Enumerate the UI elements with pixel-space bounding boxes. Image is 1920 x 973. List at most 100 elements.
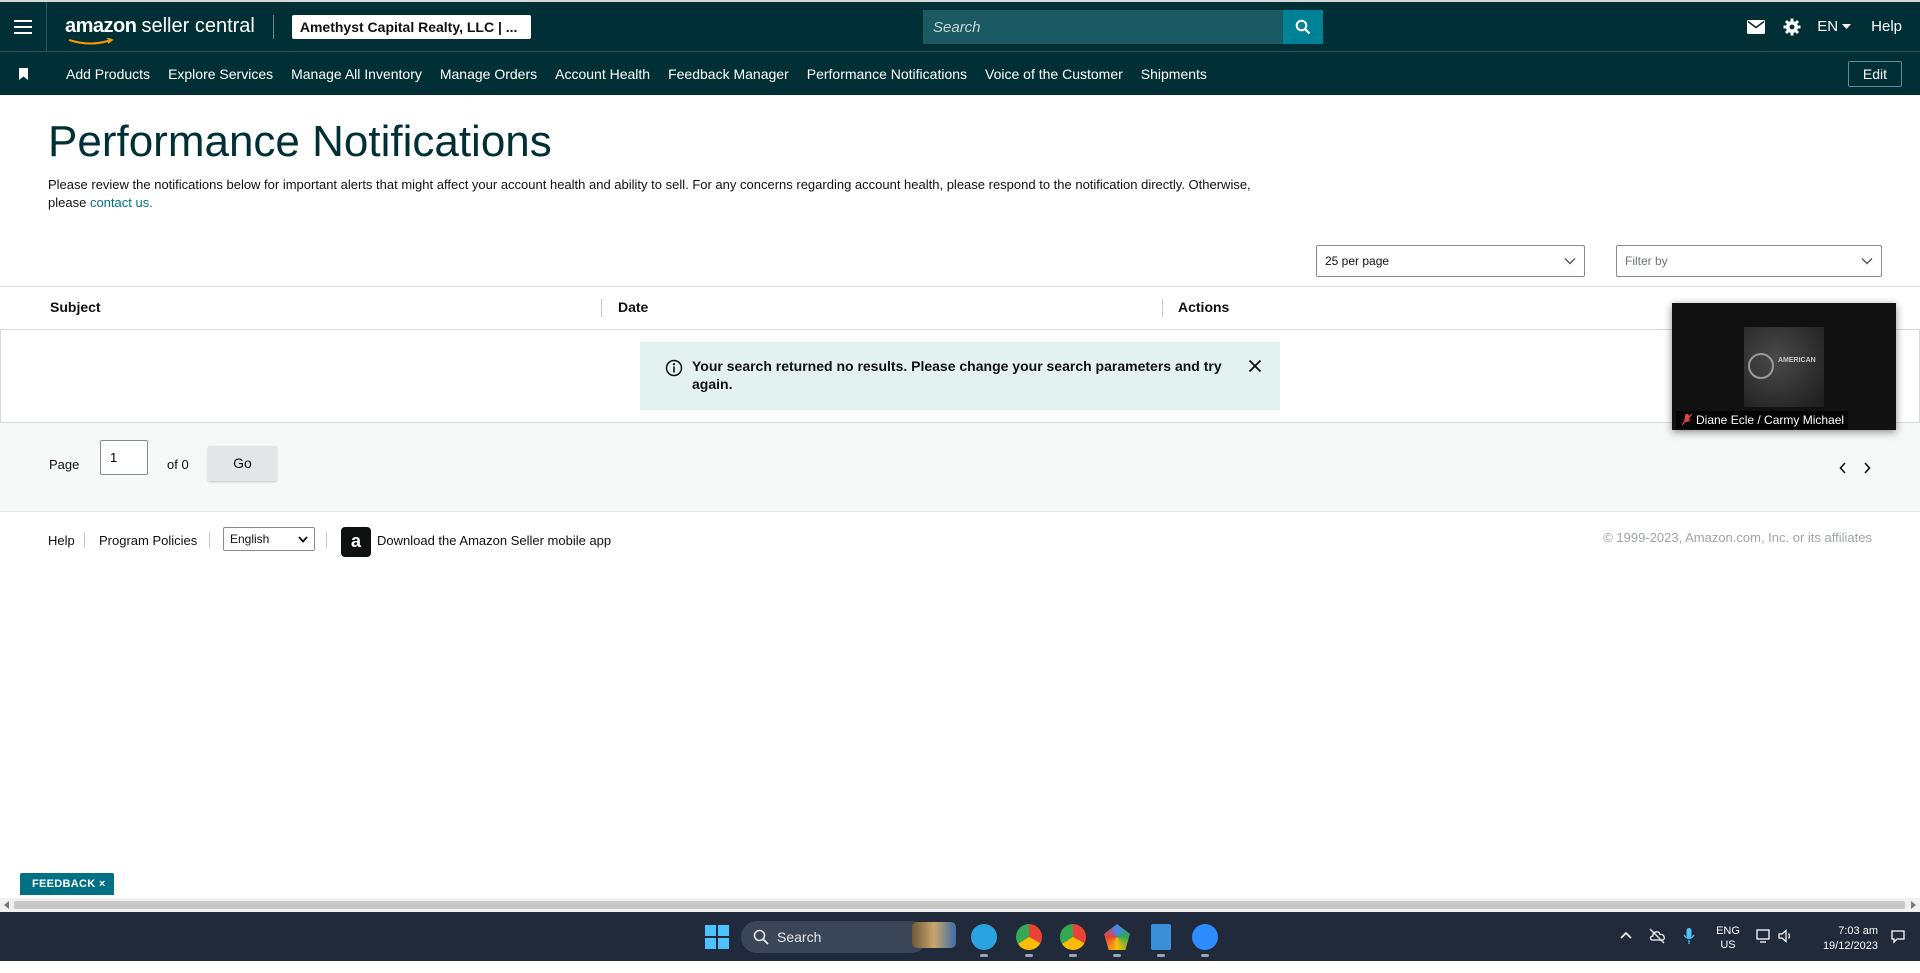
chevron-right-icon[interactable] <box>1862 461 1872 475</box>
windows-start-icon[interactable] <box>705 925 729 949</box>
page-title: Performance Notifications <box>48 117 552 166</box>
nav-add-products[interactable]: Add Products <box>66 66 150 82</box>
participant-name: Diane Ecle / Carmy Michael <box>1696 413 1845 427</box>
logo-ring-icon <box>1748 353 1774 379</box>
telegram-icon[interactable] <box>971 924 997 950</box>
input-language-indicator[interactable]: ENG US <box>1712 924 1744 973</box>
nav-feedback-manager[interactable]: Feedback Manager <box>668 66 789 82</box>
nav-manage-orders[interactable]: Manage Orders <box>440 66 537 82</box>
chevron-up-icon[interactable] <box>1617 927 1635 945</box>
speaker-icon[interactable] <box>1777 927 1795 945</box>
page-number-input[interactable] <box>100 440 148 475</box>
nav-bar: Add Products Explore Services Manage All… <box>0 51 1920 95</box>
thumbnail-text: AMERICAN <box>1778 357 1816 364</box>
per-page-value: 25 per page <box>1325 254 1390 268</box>
copyright-text: © 1999-2023, Amazon.com, Inc. or its aff… <box>1603 530 1872 545</box>
clock[interactable]: 7:03 am 19/12/2023 <box>1806 924 1878 973</box>
network-icon[interactable] <box>1755 927 1773 945</box>
participant-name-label: Diane Ecle / Carmy Michael <box>1676 411 1849 429</box>
chrome-icon[interactable] <box>1016 924 1042 950</box>
info-icon <box>665 359 683 377</box>
nav-voice-of-the-customer[interactable]: Voice of the Customer <box>985 66 1123 82</box>
amazon-app-icon[interactable]: a <box>341 527 371 557</box>
chevron-down-icon <box>1861 258 1873 265</box>
bookmark-icon[interactable] <box>0 67 46 80</box>
search-bar <box>923 10 1323 44</box>
menu-icon[interactable] <box>0 2 47 51</box>
footer-divider <box>84 532 85 548</box>
account-switcher[interactable]: Amethyst Capital Realty, LLC | ... <box>291 14 531 39</box>
scrollbar-thumb[interactable] <box>14 901 1905 909</box>
nav-performance-notifications[interactable]: Performance Notifications <box>807 66 967 82</box>
chevron-left-icon[interactable] <box>1838 461 1848 475</box>
app-running-indicator <box>980 954 988 957</box>
filter-by-select[interactable]: Filter by <box>1616 245 1882 277</box>
microphone-icon[interactable] <box>1680 927 1698 945</box>
close-icon[interactable] <box>1248 359 1262 373</box>
mic-muted-icon <box>1682 414 1692 426</box>
input-region: US <box>1720 939 1736 951</box>
search-icon <box>1295 19 1311 35</box>
horizontal-scrollbar[interactable] <box>0 898 1920 912</box>
footer: Help Program Policies English a Download… <box>0 527 1920 557</box>
column-divider <box>601 299 602 317</box>
app-running-indicator <box>1069 954 1077 957</box>
search-icon <box>753 929 769 945</box>
nav-account-health[interactable]: Account Health <box>555 66 650 82</box>
top-bar: amazon seller central Amethyst Capital R… <box>0 0 1920 51</box>
mail-icon[interactable] <box>1745 16 1767 38</box>
nav-explore-services[interactable]: Explore Services <box>168 66 273 82</box>
footer-language-select[interactable]: English <box>223 527 315 551</box>
caret-down-icon <box>1842 23 1852 29</box>
zoom-icon[interactable] <box>1192 924 1218 950</box>
notifications-icon[interactable] <box>1889 927 1907 945</box>
footer-divider <box>326 532 327 548</box>
settings-gear-icon[interactable] <box>1781 16 1803 38</box>
nav-manage-all-inventory[interactable]: Manage All Inventory <box>291 66 422 82</box>
seller-central-logo[interactable]: amazon seller central <box>65 15 255 45</box>
cloud-offline-icon[interactable] <box>1648 927 1666 945</box>
column-header-actions: Actions <box>1178 299 1230 315</box>
app-running-indicator <box>1157 954 1165 957</box>
app-running-indicator <box>1201 954 1209 957</box>
description-text: Please review the notifications below fo… <box>48 177 1251 210</box>
footer-language-value: English <box>230 532 270 546</box>
scroll-right-icon[interactable] <box>1909 901 1917 909</box>
page-description: Please review the notifications below fo… <box>48 176 1288 212</box>
feedback-close-icon[interactable]: × <box>99 878 106 890</box>
page-label: Page <box>49 457 80 472</box>
page-total-label: of 0 <box>167 457 189 472</box>
feedback-tab[interactable]: FEEDBACK × <box>20 873 114 895</box>
download-app-link[interactable]: Download the Amazon Seller mobile app <box>377 533 611 548</box>
input-language: ENG <box>1716 925 1740 937</box>
language-selector[interactable]: EN <box>1817 18 1852 35</box>
nav-shipments[interactable]: Shipments <box>1141 66 1207 82</box>
go-button[interactable]: Go <box>208 446 277 481</box>
per-page-select[interactable]: 25 per page <box>1316 245 1585 277</box>
windows-taskbar: Search ENG US 7:03 am 19/12/2023 <box>0 912 1920 961</box>
help-link[interactable]: Help <box>1871 18 1902 35</box>
search-button[interactable] <box>1283 10 1323 44</box>
feedback-label: FEEDBACK <box>32 878 96 890</box>
amazon-smile-icon <box>68 38 114 45</box>
search-highlight-icon[interactable] <box>912 922 956 948</box>
program-policies-link[interactable]: Program Policies <box>99 533 197 548</box>
column-header-date[interactable]: Date <box>618 299 648 315</box>
header-divider <box>272 14 274 39</box>
app-pentagon-icon[interactable] <box>1104 924 1130 950</box>
app-running-indicator <box>1113 954 1121 957</box>
chrome-profile-icon[interactable] <box>1060 924 1086 950</box>
edit-nav-button[interactable]: Edit <box>1847 61 1902 87</box>
taskbar-search[interactable]: Search <box>741 921 927 953</box>
scroll-left-icon[interactable] <box>3 901 11 909</box>
table-header: Subject Date Actions <box>0 286 1920 330</box>
contact-us-link[interactable]: contact us. <box>90 195 153 210</box>
no-results-alert: Your search returned no results. Please … <box>640 342 1280 410</box>
search-input[interactable] <box>923 10 1283 44</box>
video-call-overlay[interactable]: AMERICAN Diane Ecle / Carmy Michael <box>1672 303 1896 430</box>
notepad-icon[interactable] <box>1151 924 1171 950</box>
no-results-message: Your search returned no results. Please … <box>692 358 1222 392</box>
footer-help-link[interactable]: Help <box>48 533 75 548</box>
header-actions: EN Help <box>1731 2 1902 51</box>
column-header-subject[interactable]: Subject <box>50 299 101 315</box>
